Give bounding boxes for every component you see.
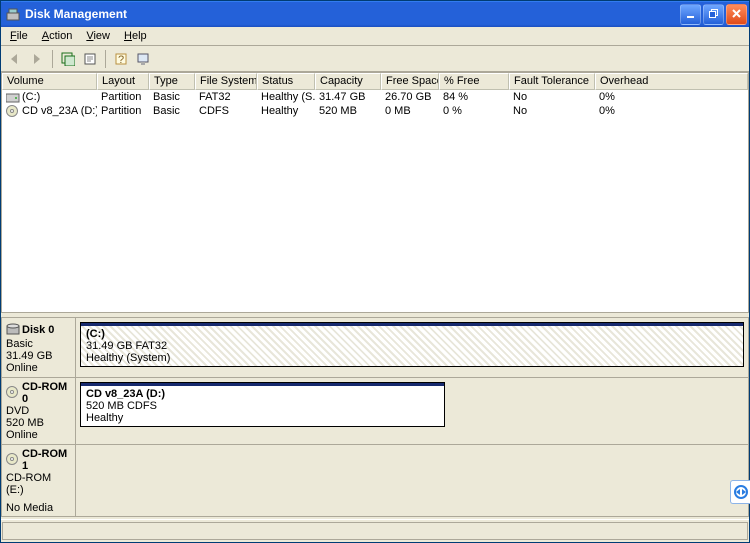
- col-layout[interactable]: Layout: [97, 73, 149, 90]
- disk-row[interactable]: Disk 0 Basic31.49 GBOnline (C:)31.49 GB FA…: [2, 318, 748, 378]
- volume-name: (C:): [22, 91, 40, 103]
- back-button: [5, 49, 25, 69]
- properties-button[interactable]: [80, 49, 100, 69]
- cell-fault: No: [509, 105, 595, 117]
- partition-label: CD v8_23A (D:): [86, 388, 165, 400]
- cell-free: 0 MB: [381, 105, 439, 117]
- disk-label-panel: Disk 0 Basic31.49 GBOnline: [2, 318, 76, 377]
- volume-row[interactable]: CD v8_23A (D:)PartitionBasicCDFSHealthy5…: [2, 104, 748, 118]
- menu-file[interactable]: File: [3, 28, 35, 44]
- disk-size: 31.49 GB: [6, 350, 71, 362]
- cell-overhead: 0%: [595, 91, 748, 103]
- disk-kind: CD-ROM (E:): [6, 472, 71, 496]
- volume-row[interactable]: (C:) PartitionBasicFAT32Healthy (S...31.4…: [2, 90, 748, 104]
- app-icon: [5, 6, 21, 22]
- help-button[interactable]: ?: [111, 49, 131, 69]
- title-bar: Disk Management: [1, 1, 749, 27]
- teamviewer-widget[interactable]: [730, 480, 750, 504]
- minimize-button[interactable]: [680, 4, 701, 25]
- col-filesystem[interactable]: File System: [195, 73, 257, 90]
- disk-state: Online: [6, 429, 71, 441]
- disk-label-panel: CD-ROM 1CD-ROM (E:) No Media: [2, 445, 76, 517]
- col-fault[interactable]: Fault Tolerance: [509, 73, 595, 90]
- disk-size: 520 MB: [6, 417, 71, 429]
- toolbar-separator: [105, 50, 106, 68]
- col-pctfree[interactable]: % Free: [439, 73, 509, 90]
- refresh-button[interactable]: [58, 49, 78, 69]
- col-type[interactable]: Type: [149, 73, 195, 90]
- toolbar: ?: [1, 46, 749, 72]
- cell-capacity: 520 MB: [315, 105, 381, 117]
- disk-graph-area: CD v8_23A (D:)520 MB CDFSHealthy: [76, 378, 748, 444]
- partition-label: (C:): [86, 328, 105, 340]
- volume-list-pane: Volume Layout Type File System Status Ca…: [1, 72, 749, 313]
- partition-status: Healthy: [86, 412, 123, 424]
- disk-state: Online: [6, 362, 71, 374]
- partition-size-fs: 31.49 GB FAT32: [86, 340, 167, 352]
- cell-free: 26.70 GB: [381, 91, 439, 103]
- partition-status: Healthy (System): [86, 352, 170, 364]
- menu-help[interactable]: Help: [117, 28, 154, 44]
- disk-row[interactable]: CD-ROM 0DVD520 MBOnlineCD v8_23A (D:)520…: [2, 378, 748, 445]
- toolbar-separator: [52, 50, 53, 68]
- cell-overhead: 0%: [595, 105, 748, 117]
- cell-fs: FAT32: [195, 91, 257, 103]
- cell-pct: 0 %: [439, 105, 509, 117]
- col-freespace[interactable]: Free Space: [381, 73, 439, 90]
- cell-capacity: 31.47 GB: [315, 91, 381, 103]
- status-bar: [1, 519, 749, 542]
- disk-graph-area: (C:)31.49 GB FAT32Healthy (System): [76, 318, 748, 377]
- disk-name: Disk 0: [22, 324, 54, 336]
- volume-name: CD v8_23A (D:): [22, 105, 97, 117]
- menu-bar: File Action View Help: [1, 27, 749, 46]
- restore-button[interactable]: [703, 4, 724, 25]
- col-overhead[interactable]: Overhead: [595, 73, 748, 90]
- col-capacity[interactable]: Capacity: [315, 73, 381, 90]
- disk-label-panel: CD-ROM 0DVD520 MBOnline: [2, 378, 76, 444]
- cell-status: Healthy (S...: [257, 91, 315, 103]
- cell-fs: CDFS: [195, 105, 257, 117]
- disk-row[interactable]: CD-ROM 1CD-ROM (E:) No Media: [2, 445, 748, 517]
- menu-view[interactable]: View: [79, 28, 117, 44]
- window-title: Disk Management: [25, 7, 678, 21]
- cd-icon: [6, 105, 20, 117]
- disk-state: No Media: [6, 502, 71, 514]
- cell-type: Basic: [149, 91, 195, 103]
- partition-block[interactable]: CD v8_23A (D:)520 MB CDFSHealthy: [80, 382, 445, 427]
- cd-icon: [6, 386, 20, 401]
- disk-graphical-pane: Disk 0Basic31.49 GBOnline(C:)31.49 GB FA…: [1, 317, 749, 517]
- disk-name: CD-ROM 1: [22, 448, 71, 472]
- cell-pct: 84 %: [439, 91, 509, 103]
- cell-layout: Partition: [97, 105, 149, 117]
- svg-text:?: ?: [118, 54, 124, 66]
- disk-name: CD-ROM 0: [22, 381, 71, 405]
- close-button[interactable]: [726, 4, 747, 25]
- main-area: Volume Layout Type File System Status Ca…: [1, 72, 749, 519]
- disk-icon: [6, 321, 20, 338]
- partition-block[interactable]: (C:)31.49 GB FAT32Healthy (System): [80, 322, 744, 367]
- forward-button: [27, 49, 47, 69]
- col-volume[interactable]: Volume: [2, 73, 97, 90]
- settings-button[interactable]: [133, 49, 153, 69]
- disk-kind: DVD: [6, 405, 71, 417]
- cell-status: Healthy: [257, 105, 315, 117]
- cell-fault: No: [509, 91, 595, 103]
- cd-icon: [6, 453, 20, 468]
- cell-layout: Partition: [97, 91, 149, 103]
- cell-type: Basic: [149, 105, 195, 117]
- disk-graph-area: [76, 445, 748, 517]
- partition-size-fs: 520 MB CDFS: [86, 400, 157, 412]
- menu-action[interactable]: Action: [35, 28, 80, 44]
- column-headers: Volume Layout Type File System Status Ca…: [2, 73, 748, 90]
- drive-icon: [6, 91, 20, 103]
- disk-kind: Basic: [6, 338, 71, 350]
- col-status[interactable]: Status: [257, 73, 315, 90]
